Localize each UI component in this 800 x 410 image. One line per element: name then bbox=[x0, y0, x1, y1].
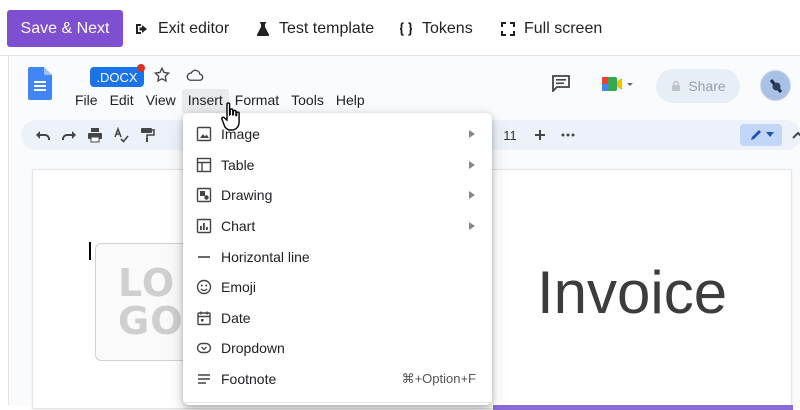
menu-item-dropdown[interactable]: Dropdown bbox=[183, 333, 492, 363]
star-icon[interactable] bbox=[153, 66, 171, 84]
menu-item-label: Table bbox=[221, 157, 255, 173]
comment-history-icon[interactable] bbox=[551, 74, 571, 92]
menu-item-label: Chart bbox=[221, 218, 256, 234]
docs-logo-icon[interactable] bbox=[28, 67, 52, 100]
test-template-label: Test template bbox=[279, 19, 375, 37]
share-button[interactable]: Share bbox=[656, 69, 740, 103]
lock-icon bbox=[672, 80, 681, 91]
increase-font-size-icon[interactable] bbox=[531, 126, 549, 144]
exit-editor-button[interactable]: Exit editor bbox=[134, 10, 229, 47]
menu-tools[interactable]: Tools bbox=[285, 89, 330, 113]
calendar-icon bbox=[196, 310, 212, 326]
menu-help[interactable]: Help bbox=[330, 89, 371, 113]
menu-item-horizontal-line[interactable]: Horizontal line bbox=[183, 242, 492, 272]
cloud-saved-icon[interactable] bbox=[186, 67, 204, 83]
paint-format-icon[interactable] bbox=[138, 126, 156, 144]
menu-item-label: Horizontal line bbox=[221, 249, 310, 265]
menu-view[interactable]: View bbox=[140, 89, 182, 113]
menu-item-table[interactable]: Table bbox=[183, 150, 492, 180]
redo-icon[interactable] bbox=[60, 126, 78, 144]
file-type-badge[interactable]: .DOCX bbox=[90, 67, 144, 87]
menu-file[interactable]: File bbox=[69, 89, 104, 113]
insert-menu: Image Table Drawing Chart Horizontal lin… bbox=[183, 113, 492, 405]
document-title: Invoice bbox=[537, 259, 728, 326]
emoji-icon bbox=[196, 279, 212, 295]
save-next-button[interactable]: Save & Next bbox=[7, 10, 123, 47]
menu-divider bbox=[183, 402, 492, 403]
pencil-icon bbox=[750, 130, 761, 140]
chevron-down-icon bbox=[765, 132, 774, 137]
print-icon[interactable] bbox=[86, 126, 104, 144]
full-screen-label: Full screen bbox=[524, 19, 603, 37]
menu-item-chart[interactable]: Chart bbox=[183, 211, 492, 241]
notification-dot bbox=[137, 64, 145, 72]
image-icon bbox=[196, 126, 212, 142]
submenu-arrow-icon bbox=[469, 161, 475, 169]
more-options-icon[interactable] bbox=[559, 126, 577, 144]
chevron-up-icon[interactable] bbox=[789, 126, 800, 144]
braces-icon bbox=[398, 21, 414, 37]
horizontal-line-icon bbox=[196, 249, 212, 265]
meet-icon[interactable] bbox=[601, 74, 635, 94]
menu-item-label: Footnote bbox=[221, 371, 277, 387]
keyboard-shortcut: ⌘+Option+F bbox=[401, 371, 476, 386]
table-icon bbox=[196, 157, 212, 173]
footnote-icon bbox=[196, 371, 212, 387]
test-template-button[interactable]: Test template bbox=[255, 10, 374, 47]
menu-item-label: Date bbox=[221, 310, 251, 326]
menu-item-label: Dropdown bbox=[221, 340, 285, 356]
text-cursor bbox=[89, 242, 91, 260]
tokens-label: Tokens bbox=[422, 19, 473, 37]
editing-mode-button[interactable] bbox=[740, 124, 782, 146]
undo-icon[interactable] bbox=[34, 126, 52, 144]
font-size-field[interactable]: 11 bbox=[495, 125, 525, 145]
exit-editor-label: Exit editor bbox=[158, 19, 230, 37]
chart-icon bbox=[196, 218, 212, 234]
expand-icon bbox=[500, 21, 516, 37]
dropdown-chip-icon bbox=[196, 340, 212, 356]
menu-item-label: Emoji bbox=[221, 279, 257, 295]
menu-item-label: Drawing bbox=[221, 187, 273, 203]
menu-edit[interactable]: Edit bbox=[104, 89, 140, 113]
submenu-arrow-icon bbox=[469, 222, 475, 230]
avatar-image-icon bbox=[769, 79, 783, 93]
tokens-button[interactable]: Tokens bbox=[398, 10, 473, 47]
hand-pointer-icon bbox=[221, 102, 240, 131]
accent-divider bbox=[493, 405, 793, 410]
share-label: Share bbox=[688, 78, 726, 94]
menu-item-emoji[interactable]: Emoji bbox=[183, 272, 492, 302]
submenu-arrow-icon bbox=[469, 130, 475, 138]
submenu-arrow-icon bbox=[469, 191, 475, 199]
spellcheck-icon[interactable] bbox=[112, 126, 130, 144]
menu-item-date[interactable]: Date bbox=[183, 303, 492, 333]
full-screen-button[interactable]: Full screen bbox=[500, 10, 602, 47]
menu-item-footnote[interactable]: Footnote ⌘+Option+F bbox=[183, 364, 492, 394]
exit-icon bbox=[134, 21, 150, 37]
menu-item-drawing[interactable]: Drawing bbox=[183, 180, 492, 210]
avatar[interactable] bbox=[760, 70, 791, 101]
editor-toolbar: Save & Next Exit editor Test template To… bbox=[0, 0, 800, 56]
drawing-icon bbox=[196, 187, 212, 203]
flask-icon bbox=[255, 21, 271, 37]
